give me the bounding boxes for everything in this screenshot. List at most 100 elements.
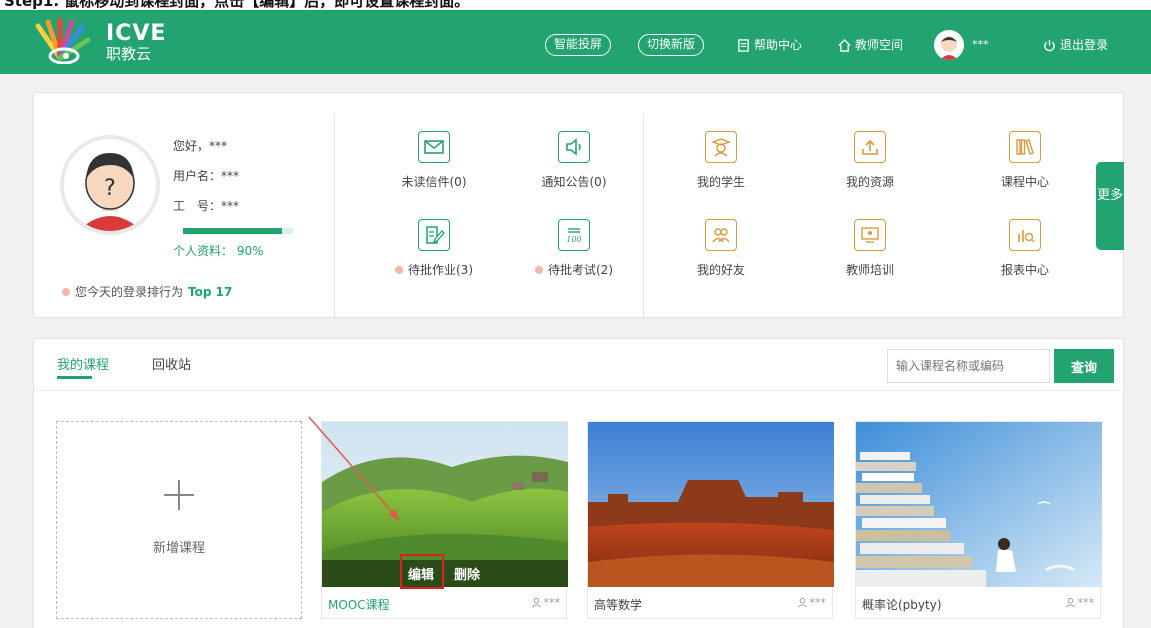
notices-label: 通知公告(0) — [541, 175, 607, 189]
home-icon — [838, 38, 851, 52]
course-cover-image[interactable] — [588, 422, 834, 587]
pending-homework-label: 待批作业(3) — [408, 263, 473, 277]
course-cover-image[interactable] — [856, 422, 1102, 587]
completeness-value: 90% — [236, 244, 264, 258]
logo-fan-icon — [35, 18, 91, 64]
teacher-space-label: 教师空间 — [855, 38, 904, 52]
course-card[interactable]: 高等数学 *** — [587, 421, 834, 620]
svg-text:100: 100 — [566, 235, 581, 244]
top-navbar: ICVE 职教云 智能投屏 切换新版 帮助中心 教师空间 *** 退出登录 — [0, 10, 1151, 74]
username-info: 用户名：*** — [173, 169, 240, 183]
course-name[interactable]: MOOC课程 — [328, 596, 390, 613]
power-icon — [1044, 39, 1055, 51]
edit-document-icon — [418, 219, 450, 251]
my-friends-label: 我的好友 — [696, 263, 745, 277]
completeness-label: 个人资料： — [173, 244, 234, 258]
speaker-icon — [558, 131, 590, 163]
teacher-name: *** — [809, 596, 827, 609]
bullet-dot-icon — [395, 265, 403, 274]
course-teacher: *** — [797, 596, 827, 609]
add-course-card[interactable]: 新增课程 — [56, 421, 302, 619]
report-center-label: 报表中心 — [1000, 263, 1049, 277]
report-center-item[interactable]: 报表中心 — [970, 219, 1080, 278]
tab-my-courses[interactable]: 我的课程 — [57, 354, 109, 373]
rank-value: Top 17 — [188, 284, 233, 299]
add-course-label: 新增课程 — [152, 541, 205, 556]
person-icon — [531, 597, 541, 608]
login-rank: 您今天的登录排行为 Top 17 — [62, 283, 232, 300]
friends-icon — [705, 219, 737, 251]
user-avatar-icon: ? — [64, 139, 156, 231]
teacher-training-item[interactable]: 教师培训 — [815, 219, 925, 278]
my-friends-item[interactable]: 我的好友 — [666, 219, 776, 278]
unread-mail-label: 未读信件(0) — [401, 175, 467, 189]
mail-icon — [418, 131, 450, 163]
unread-mail-item[interactable]: 未读信件(0) — [379, 131, 489, 190]
course-card-footer: 概率论(pbyty) *** — [856, 588, 1102, 620]
rank-text: 您今天的登录排行为 — [75, 285, 184, 299]
profile-avatar[interactable]: ? — [60, 135, 160, 235]
teacher-space-link[interactable]: 教师空间 — [838, 35, 903, 55]
user-avatar-icon — [934, 30, 964, 60]
notices-item[interactable]: 通知公告(0) — [519, 131, 629, 190]
course-card[interactable]: 编辑 删除 MOOC课程 *** — [321, 421, 568, 620]
divider — [34, 390, 1125, 391]
training-screen-icon — [854, 219, 886, 251]
bullet-dot-icon — [62, 287, 70, 296]
course-name[interactable]: 高等数学 — [594, 596, 642, 613]
logout-label: 退出登录 — [1060, 38, 1109, 52]
nav-avatar[interactable] — [934, 30, 964, 60]
staff-number-info: 工 号：*** — [173, 199, 240, 213]
document-icon — [738, 38, 749, 52]
teacher-name: *** — [1077, 596, 1095, 609]
course-card-footer: MOOC课程 *** — [322, 588, 568, 620]
instruction-caption: Step1. 鼠标移动到课程封面，点击【编辑】后，即可设置课程封面。 — [0, 0, 1151, 10]
more-tab[interactable]: 更多 — [1096, 162, 1124, 250]
switch-version-button[interactable]: 切换新版 — [638, 34, 705, 56]
course-name[interactable]: 概率论(pbyty) — [862, 596, 942, 613]
greeting: 您好，*** — [173, 139, 228, 153]
help-center-label: 帮助中心 — [754, 38, 803, 52]
svg-text:?: ? — [104, 176, 116, 201]
books-icon — [1009, 131, 1041, 163]
more-label: 更多 — [1096, 188, 1123, 203]
course-panel: 我的课程 回收站 查询 新增课程 编辑 删除 — [33, 338, 1125, 628]
profile-completeness-text: 个人资料： 90% — [173, 242, 264, 259]
logo-name: ICVE — [106, 21, 167, 46]
search-button[interactable]: 查询 — [1054, 349, 1114, 383]
report-chart-icon — [1009, 219, 1041, 251]
course-card-footer: 高等数学 *** — [588, 588, 834, 620]
tab-recycle-bin[interactable]: 回收站 — [152, 354, 191, 373]
profile-card: ? 您好，*** 用户名：*** 工 号：*** 个人资料： 90% 您今天的登… — [33, 92, 1124, 319]
plus-icon — [164, 480, 194, 510]
divider — [334, 113, 335, 319]
logo[interactable]: ICVE 职教云 — [30, 18, 170, 68]
course-teacher: *** — [531, 596, 561, 609]
person-icon — [797, 597, 807, 608]
my-resources-item[interactable]: 我的资源 — [815, 131, 925, 190]
teacher-name: *** — [543, 596, 561, 609]
pending-exams-label: 待批考试(2) — [548, 263, 613, 277]
my-students-item[interactable]: 我的学生 — [666, 131, 776, 190]
profile-completeness-bar — [183, 228, 293, 234]
course-teacher: *** — [1065, 596, 1095, 609]
edit-highlight-box — [400, 554, 444, 589]
logout-link[interactable]: 退出登录 — [1043, 35, 1108, 55]
exam-score-icon: 100 — [558, 219, 590, 251]
pending-exams-item[interactable]: 100 待批考试(2) — [519, 219, 629, 278]
pending-homework-item[interactable]: 待批作业(3) — [379, 219, 489, 278]
course-card[interactable]: 概率论(pbyty) *** — [855, 421, 1102, 620]
course-center-item[interactable]: 课程中心 — [970, 131, 1080, 190]
divider — [643, 113, 644, 319]
delete-course-button[interactable]: 删除 — [454, 564, 480, 583]
cover-action-overlay: 编辑 删除 — [322, 560, 568, 587]
person-icon — [1065, 597, 1075, 608]
upload-icon — [854, 131, 886, 163]
smart-cast-button[interactable]: 智能投屏 — [545, 34, 612, 56]
my-resources-label: 我的资源 — [845, 175, 894, 189]
nav-username[interactable]: *** — [972, 38, 989, 51]
active-tab-indicator — [57, 376, 92, 379]
course-search-input[interactable] — [887, 349, 1050, 383]
help-center-link[interactable]: 帮助中心 — [737, 35, 802, 55]
graduate-icon — [705, 131, 737, 163]
